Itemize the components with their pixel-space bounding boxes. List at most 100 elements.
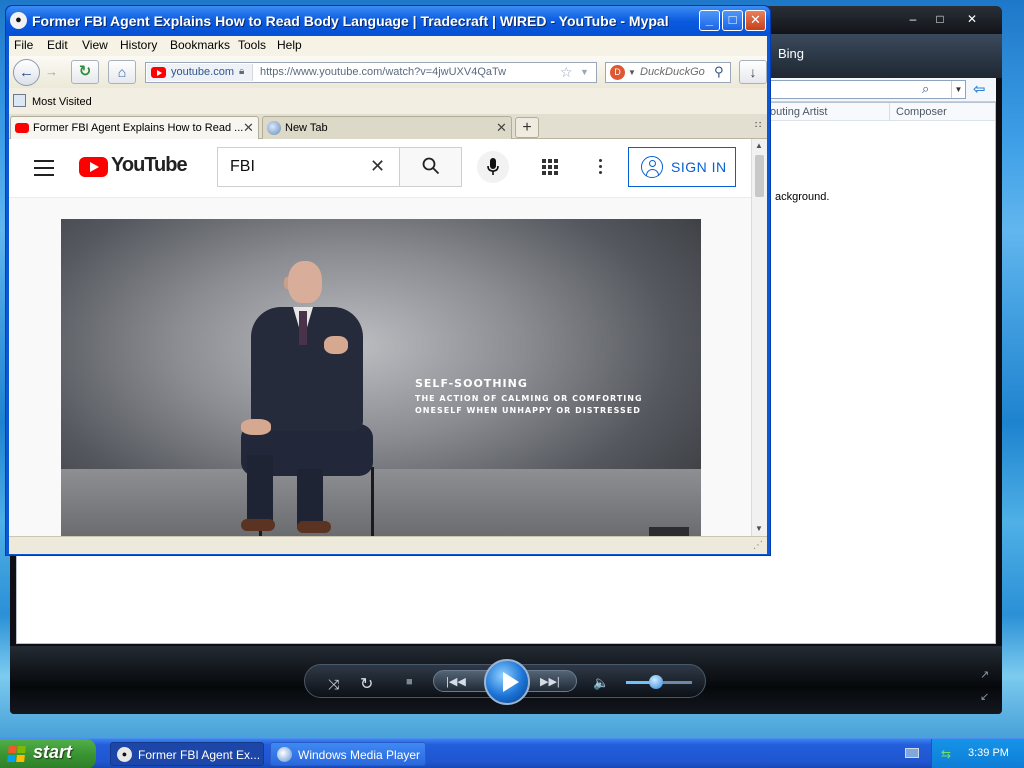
- stop-icon[interactable]: ■: [406, 676, 413, 688]
- taskbar-button-media-player[interactable]: Windows Media Player: [270, 742, 426, 766]
- status-bar: ⋰: [9, 536, 767, 554]
- more-options-icon[interactable]: [599, 159, 603, 177]
- header-divider: [9, 197, 751, 198]
- downloads-button[interactable]: ↓: [739, 60, 767, 84]
- search-icon: [422, 157, 440, 175]
- site-domain: youtube.com: [171, 66, 234, 78]
- bing-link[interactable]: Bing: [778, 46, 804, 61]
- search-dropdown-icon[interactable]: ▼: [951, 81, 965, 98]
- menu-file[interactable]: File: [14, 38, 33, 52]
- search-bar[interactable]: D ▼ DuckDuckGo ⚲: [605, 62, 731, 83]
- taskbar-label: Windows Media Player: [298, 748, 421, 762]
- browser-titlebar[interactable]: ● Former FBI Agent Explains How to Read …: [6, 6, 770, 36]
- switch-view-icon[interactable]: ↙: [980, 690, 989, 703]
- tab-youtube[interactable]: Former FBI Agent Explains How to Read ..…: [10, 116, 259, 139]
- play-button[interactable]: [484, 659, 530, 705]
- account-icon: [641, 156, 663, 178]
- video-player[interactable]: SELF-SOOTHING THE ACTION OF CALMING OR C…: [61, 219, 701, 536]
- url-dropdown-icon[interactable]: ▼: [580, 67, 589, 77]
- menu-edit[interactable]: Edit: [47, 38, 68, 52]
- youtube-favicon-icon: [151, 67, 166, 78]
- resize-grip-icon[interactable]: ⋰: [753, 540, 763, 551]
- address-bar[interactable]: youtube.com 🔒︎ https://www.youtube.com/w…: [145, 62, 597, 83]
- keyboard-icon[interactable]: [905, 748, 919, 758]
- clear-search-icon[interactable]: ✕: [370, 156, 385, 177]
- bookmark-star-icon[interactable]: ☆: [560, 64, 573, 81]
- minimize-button[interactable]: –: [898, 10, 928, 28]
- list-all-tabs-icon[interactable]: ∷: [755, 120, 761, 131]
- repeat-icon[interactable]: ↻: [360, 674, 373, 694]
- close-tab-icon[interactable]: ✕: [496, 120, 507, 136]
- caption-title: SELF-SOOTHING: [415, 377, 528, 390]
- apps-grid-icon[interactable]: [542, 159, 558, 175]
- menu-view[interactable]: View: [82, 38, 108, 52]
- volume-knob[interactable]: [649, 675, 663, 689]
- back-button[interactable]: ←: [13, 59, 40, 86]
- shuffle-icon[interactable]: ⤨: [328, 676, 339, 693]
- close-tab-icon[interactable]: ✕: [243, 120, 254, 136]
- youtube-search-input[interactable]: FBI ✕: [217, 147, 399, 187]
- new-tab-button[interactable]: +: [515, 117, 539, 138]
- voice-search-button[interactable]: [477, 151, 509, 183]
- menu-history[interactable]: History: [120, 38, 157, 52]
- youtube-favicon-icon: [15, 123, 29, 133]
- menu-bookmarks[interactable]: Bookmarks: [170, 38, 230, 52]
- library-search-input[interactable]: [766, 80, 966, 99]
- clock[interactable]: 3:39 PM: [968, 747, 1009, 759]
- search-icon[interactable]: ⚲: [714, 64, 724, 80]
- video-caption: SELF-SOOTHING THE ACTION OF CALMING OR C…: [415, 377, 643, 417]
- tab-new-tab[interactable]: New Tab ✕: [262, 116, 512, 139]
- volume-icon[interactable]: 🔈: [593, 675, 609, 691]
- search-placeholder: DuckDuckGo: [640, 66, 705, 78]
- tab-label: New Tab: [285, 122, 328, 134]
- caption-line: ONESELF WHEN UNHAPPY OR DISTRESSED: [415, 406, 641, 415]
- home-button[interactable]: ⌂: [108, 60, 136, 84]
- scroll-up-icon[interactable]: ▲: [755, 141, 763, 150]
- taskbar: start ● Former FBI Agent Ex... Windows M…: [0, 738, 1024, 768]
- previous-icon[interactable]: |◀◀: [446, 675, 466, 688]
- taskbar-button-browser[interactable]: ● Former FBI Agent Ex...: [110, 742, 264, 766]
- mypal-icon: ●: [117, 747, 132, 762]
- column-composer[interactable]: Composer: [889, 103, 995, 121]
- video-overlay-button[interactable]: [649, 527, 689, 536]
- scroll-down-icon[interactable]: ▼: [755, 524, 763, 533]
- menu-bar: File Edit View History Bookmarks Tools H…: [9, 36, 767, 56]
- youtube-logo-text[interactable]: YouTube: [111, 154, 188, 177]
- url-text[interactable]: https://www.youtube.com/watch?v=4jwUXV4Q…: [260, 66, 506, 78]
- back-arrow-icon[interactable]: ⇦: [973, 80, 986, 98]
- page-scrollbar[interactable]: ▲ ▼: [751, 139, 767, 536]
- engine-dropdown-icon[interactable]: ▼: [628, 68, 636, 77]
- start-label: start: [33, 742, 73, 762]
- menu-help[interactable]: Help: [277, 38, 302, 52]
- scroll-thumb[interactable]: [755, 155, 764, 197]
- next-icon[interactable]: ▶▶|: [540, 675, 560, 688]
- forward-button[interactable]: →: [45, 64, 58, 79]
- bookmark-most-visited[interactable]: Most Visited: [32, 96, 92, 108]
- fullscreen-icon[interactable]: ↗: [980, 668, 989, 681]
- start-button[interactable]: start: [0, 739, 96, 768]
- search-value: FBI: [230, 158, 255, 175]
- maximize-button[interactable]: □: [925, 10, 955, 28]
- menu-tools[interactable]: Tools: [238, 38, 266, 52]
- library-message: ackground.: [775, 191, 830, 203]
- browser-frame: File Edit View History Bookmarks Tools H…: [9, 36, 767, 554]
- close-button[interactable]: ✕: [745, 10, 766, 31]
- youtube-logo-icon[interactable]: [79, 157, 108, 177]
- search-icon[interactable]: ⌕: [922, 81, 929, 97]
- window-title: Former FBI Agent Explains How to Read Bo…: [32, 13, 669, 29]
- site-identity-button[interactable]: youtube.com 🔒︎: [147, 64, 253, 81]
- duckduckgo-icon[interactable]: D: [610, 65, 625, 80]
- system-tray: ⇆ 3:39 PM: [931, 739, 1024, 768]
- minimize-button[interactable]: _: [699, 10, 720, 31]
- maximize-button[interactable]: □: [722, 10, 743, 31]
- network-icon[interactable]: ⇆: [941, 747, 951, 761]
- close-button[interactable]: ✕: [952, 10, 992, 28]
- microphone-icon: [487, 158, 499, 175]
- youtube-search-button[interactable]: [399, 147, 462, 187]
- sign-in-button[interactable]: SIGN IN: [628, 147, 736, 187]
- reload-button[interactable]: ↻: [71, 60, 99, 84]
- tab-label: Former FBI Agent Explains How to Read ..…: [33, 122, 244, 134]
- column-contributing-artist[interactable]: outing Artist: [763, 103, 889, 121]
- youtube-header: YouTube FBI ✕ SIGN IN: [9, 139, 751, 197]
- hamburger-menu-icon[interactable]: [34, 160, 54, 181]
